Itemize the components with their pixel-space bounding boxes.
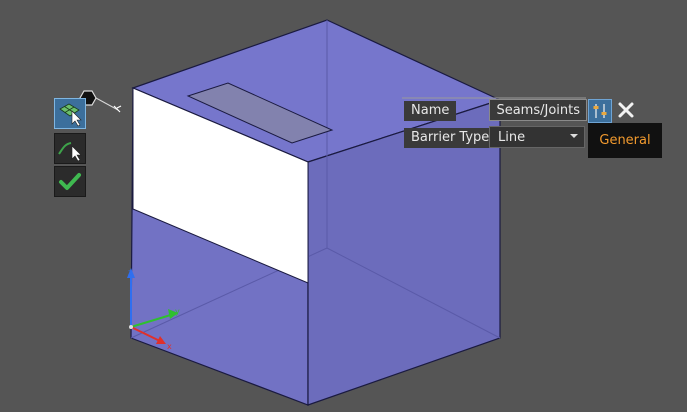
surface-select-button[interactable]: [54, 98, 86, 129]
pin-icon: [113, 105, 122, 113]
3d-viewport[interactable]: z y x: [0, 0, 687, 412]
name-field[interactable]: Seams/Joints: [489, 99, 587, 121]
line-select-button[interactable]: [54, 133, 86, 164]
tooltip: General: [588, 123, 662, 158]
surface-select-icon: [59, 103, 82, 127]
confirm-button[interactable]: [54, 166, 86, 197]
settings-button[interactable]: [588, 99, 612, 123]
barrier-type-label: Barrier Type: [404, 128, 497, 148]
leader-line: [95, 97, 119, 111]
name-label: Name: [404, 101, 457, 121]
close-icon: [618, 102, 634, 118]
svg-text:x: x: [167, 342, 172, 351]
line-select-icon: [58, 142, 82, 162]
svg-text:z: z: [128, 268, 132, 277]
chevron-down-icon[interactable]: [570, 134, 578, 138]
svg-text:y: y: [175, 307, 180, 316]
sliders-icon: [593, 104, 607, 118]
close-button[interactable]: [615, 99, 637, 121]
checkmark-icon: [59, 173, 81, 190]
